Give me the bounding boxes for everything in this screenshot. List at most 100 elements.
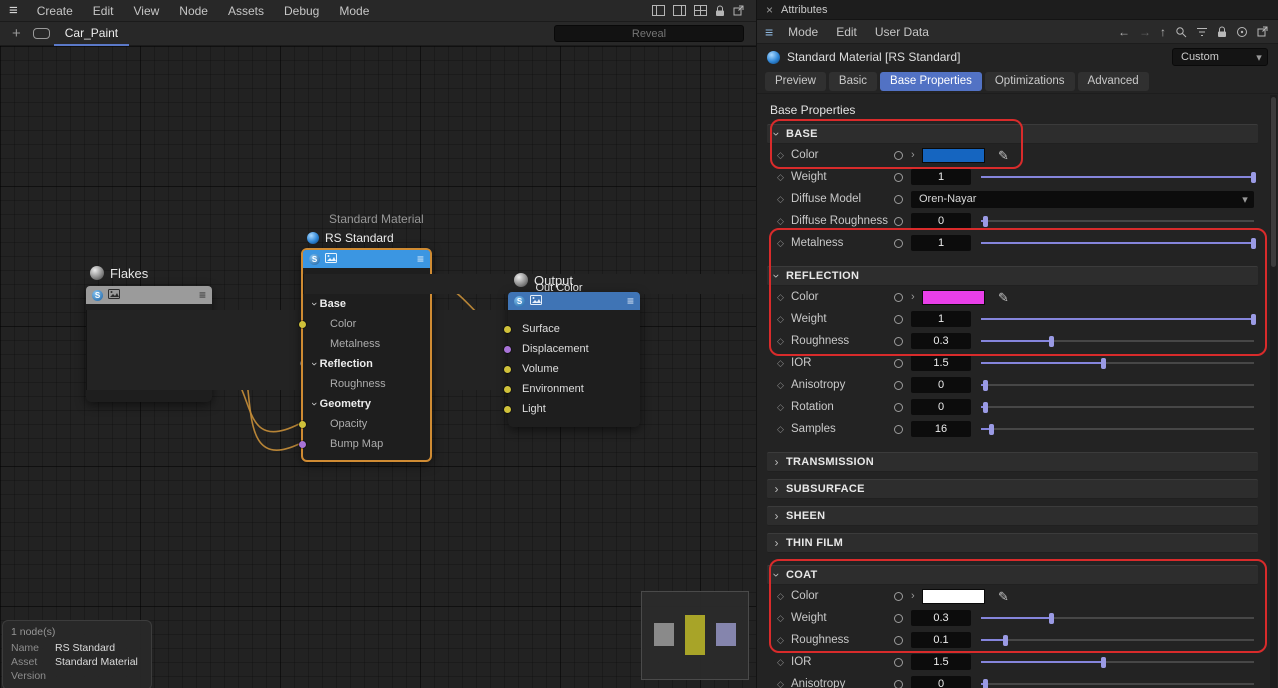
reveal-search-input[interactable]	[554, 25, 744, 42]
lock-icon[interactable]	[715, 5, 725, 17]
node-menu-icon[interactable]: ≡	[627, 295, 634, 307]
slider[interactable]	[981, 336, 1254, 347]
menu-mode[interactable]: Mode	[329, 0, 379, 22]
keyframe-diamond-icon[interactable]: ◇	[777, 194, 791, 205]
node-row-bump-map[interactable]: Bump Map	[303, 434, 430, 454]
lock-icon[interactable]	[1217, 26, 1227, 38]
slider-handle[interactable]	[983, 402, 988, 413]
node-editor-canvas[interactable]: Flakes S ≡ Out NormalOut AlphaOut Flakes…	[0, 46, 756, 688]
color-swatch[interactable]	[922, 290, 985, 305]
value-field[interactable]: 0	[911, 399, 971, 415]
animation-circle-icon[interactable]	[894, 315, 903, 324]
animation-circle-icon[interactable]	[894, 239, 903, 248]
slider-handle[interactable]	[989, 424, 994, 435]
slider-handle[interactable]	[1101, 358, 1106, 369]
slider[interactable]	[981, 380, 1254, 391]
preview-swatch[interactable]	[685, 615, 705, 655]
color-picker-icon[interactable]: ✎	[998, 291, 1009, 304]
keyframe-diamond-icon[interactable]: ◇	[777, 424, 791, 435]
slider[interactable]	[981, 314, 1254, 325]
dropdown-diffuse-model[interactable]: Oren-Nayar▾	[911, 191, 1254, 208]
keyframe-diamond-icon[interactable]: ◇	[777, 358, 791, 369]
tab-optimizations[interactable]: Optimizations	[985, 72, 1075, 91]
value-field[interactable]: 1	[911, 311, 971, 327]
node-output-body[interactable]: S ≡ SurfaceDisplacementVolumeEnvironment…	[508, 292, 640, 427]
value-field[interactable]: 1.5	[911, 654, 971, 670]
tab-base-properties[interactable]: Base Properties	[880, 72, 982, 91]
animation-circle-icon[interactable]	[894, 680, 903, 688]
history-back-icon[interactable]: ←	[1118, 26, 1130, 38]
tab-preview[interactable]: Preview	[765, 72, 826, 91]
slider[interactable]	[981, 424, 1254, 435]
value-field[interactable]: 0	[911, 676, 971, 688]
animation-circle-icon[interactable]	[894, 658, 903, 667]
value-field[interactable]: 0.3	[911, 610, 971, 626]
history-forward-icon[interactable]: →	[1139, 26, 1151, 38]
input-port[interactable]	[299, 421, 306, 428]
node-row-color[interactable]: Color	[303, 314, 430, 334]
keyframe-diamond-icon[interactable]: ◇	[777, 172, 791, 183]
slider[interactable]	[981, 216, 1254, 227]
input-port[interactable]	[504, 326, 511, 333]
node-row-environment[interactable]: Environment	[508, 379, 640, 399]
section-header-coat[interactable]: ›COAT	[767, 565, 1258, 585]
menu-create[interactable]: Create	[27, 0, 83, 22]
node-shape-icon[interactable]	[33, 28, 50, 39]
node-menu-icon[interactable]: ≡	[417, 253, 424, 265]
keyframe-diamond-icon[interactable]: ◇	[777, 657, 791, 668]
animation-circle-icon[interactable]	[894, 195, 903, 204]
keyframe-diamond-icon[interactable]: ◇	[777, 150, 791, 161]
preset-dropdown[interactable]: Custom ▾	[1172, 48, 1268, 66]
up-level-icon[interactable]: ↑	[1160, 26, 1166, 38]
keyframe-diamond-icon[interactable]: ◇	[777, 314, 791, 325]
node-output[interactable]: Output S ≡ SurfaceDisplacementVolumeEnvi…	[508, 268, 640, 427]
keyframe-diamond-icon[interactable]: ◇	[777, 216, 791, 227]
value-field[interactable]: 0.1	[911, 632, 971, 648]
slider-handle[interactable]	[1049, 336, 1054, 347]
slider[interactable]	[981, 613, 1254, 624]
color-swatch[interactable]	[922, 589, 985, 604]
node-row-base[interactable]: ›Base	[303, 294, 430, 314]
split-grid-icon[interactable]	[694, 5, 707, 16]
node-flakes-body[interactable]: S ≡ Out NormalOut AlphaOut Flakes BlendO…	[86, 286, 212, 402]
input-port[interactable]	[504, 346, 511, 353]
node-flakes[interactable]: Flakes S ≡ Out NormalOut AlphaOut Flakes…	[86, 260, 212, 402]
popout-icon[interactable]	[1257, 26, 1268, 37]
add-tab-icon[interactable]: +	[4, 26, 29, 41]
node-rs-standard-header[interactable]: S ≡	[303, 250, 430, 268]
node-rs-standard[interactable]: Standard Material RS Standard S ≡ Out Co…	[301, 210, 432, 462]
slider-handle[interactable]	[983, 679, 988, 688]
menu-node[interactable]: Node	[169, 0, 218, 22]
keyframe-diamond-icon[interactable]: ◇	[777, 679, 791, 688]
section-header-subsurface[interactable]: ›SUBSURFACE	[767, 479, 1258, 499]
keyframe-diamond-icon[interactable]: ◇	[777, 292, 791, 303]
slider-handle[interactable]	[1049, 613, 1054, 624]
input-port[interactable]	[504, 406, 511, 413]
animation-circle-icon[interactable]	[894, 403, 903, 412]
node-row-reflection[interactable]: ›Reflection	[303, 354, 430, 374]
slider[interactable]	[981, 635, 1254, 646]
value-field[interactable]: 0	[911, 213, 971, 229]
node-row-geometry[interactable]: ›Geometry	[303, 394, 430, 414]
slider[interactable]	[981, 238, 1254, 249]
animation-circle-icon[interactable]	[894, 381, 903, 390]
animation-circle-icon[interactable]	[894, 173, 903, 182]
slider-handle[interactable]	[1251, 172, 1256, 183]
keyframe-diamond-icon[interactable]: ◇	[777, 380, 791, 391]
slider-handle[interactable]	[983, 216, 988, 227]
keyframe-diamond-icon[interactable]: ◇	[777, 591, 791, 602]
input-port[interactable]	[299, 441, 306, 448]
track-focus-icon[interactable]	[1236, 26, 1248, 38]
node-row-volume[interactable]: Volume	[508, 359, 640, 379]
slider-handle[interactable]	[983, 380, 988, 391]
node-row-light[interactable]: Light	[508, 399, 640, 419]
popout-icon[interactable]	[733, 5, 744, 16]
slider-handle[interactable]	[1251, 314, 1256, 325]
node-row-opacity[interactable]: Opacity	[303, 414, 430, 434]
menu-debug[interactable]: Debug	[274, 0, 329, 22]
preview-swatch[interactable]	[654, 623, 674, 646]
tab-advanced[interactable]: Advanced	[1078, 72, 1149, 91]
section-header-sheen[interactable]: ›SHEEN	[767, 506, 1258, 526]
hamburger-menu-icon[interactable]: ≡	[6, 3, 27, 18]
slider[interactable]	[981, 402, 1254, 413]
